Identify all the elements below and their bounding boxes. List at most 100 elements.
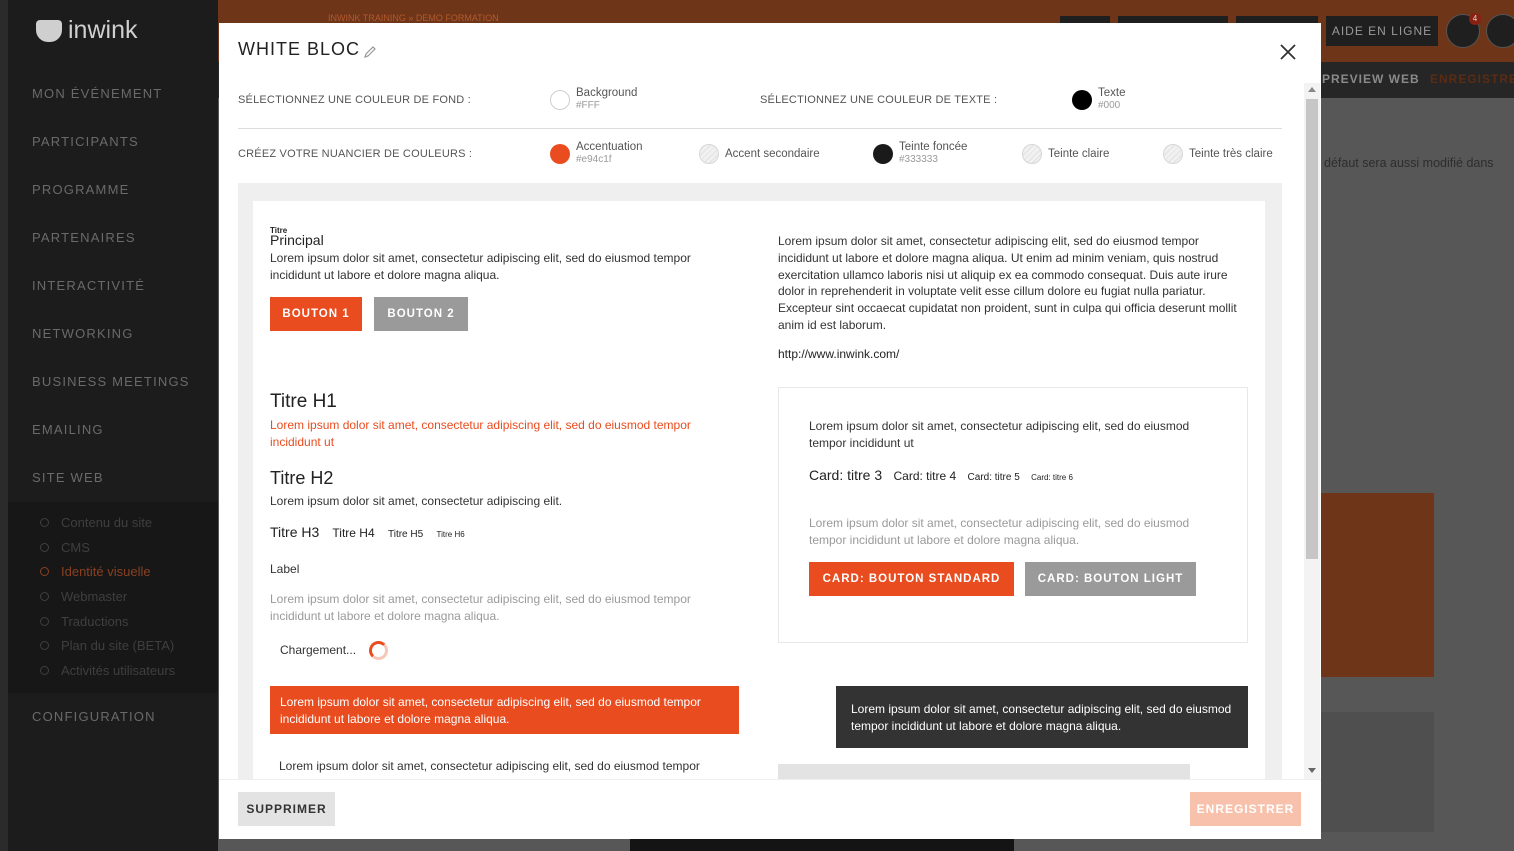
preview-h3: Titre H3 [270,524,320,540]
bg-color-label: SÉLECTIONNEZ UNE COULEUR DE FOND : [238,94,471,106]
preview-link[interactable]: http://www.inwink.com/ [778,346,899,363]
nav-item-networking[interactable]: NETWORKING [8,310,218,358]
swatch-hex: #e94c1f [576,154,612,165]
swatch-circle [550,89,570,110]
nav-item-emailing[interactable]: EMAILING [8,406,218,454]
pencil-icon[interactable] [363,45,377,59]
card-title-3: Card: titre 3 [809,467,883,483]
notification-bell-icon[interactable]: 4 [1446,13,1481,48]
text-swatch[interactable]: Texte #000 [1072,87,1126,112]
scrollbar[interactable] [1304,83,1320,779]
heading-sizes: Titre H3 Titre H4 Titre H5 Titre H6 [270,524,475,544]
delete-button[interactable]: SUPPRIMER [238,792,335,826]
preview-button-2[interactable]: BOUTON 2 [374,297,468,331]
palette-swatch-light[interactable]: Teinte claire [1022,144,1109,164]
swatch-name: Accent secondaire [725,147,820,160]
nav-item-programme[interactable]: PROGRAMME [8,166,218,214]
subnav-item-webmaster[interactable]: Webmaster [8,584,218,609]
save-top-button[interactable]: ENREGISTRER [1430,72,1514,86]
swatch-name: Teinte foncée [899,141,968,153]
notification-badge: 4 [1469,13,1481,25]
subnav-item-traductions[interactable]: Traductions [8,609,218,634]
preview-h2: Titre H2 [270,468,334,488]
subnav-label: Webmaster [61,588,128,604]
preview-bottom-text: Lorem ipsum dolor sit amet, consectetur … [279,759,700,773]
swatch-circle [1022,144,1042,164]
close-icon[interactable] [1277,41,1299,63]
modal-footer: SUPPRIMER ENREGISTRER [219,779,1321,839]
card-titles: Card: titre 3 Card: titre 4 Card: titre … [809,467,1073,487]
breadcrumb[interactable]: INWINK TRAINING » DEMO FORMATION [328,13,499,23]
dark-box: Lorem ipsum dolor sit amet, consectetur … [836,686,1248,748]
swatch-name: Accentuation [576,141,643,153]
bullet-icon [40,591,49,601]
subnav-item-contenu[interactable]: Contenu du site [8,510,218,535]
subnav-label: Identité visuelle [61,564,151,580]
nav-item-interactivite[interactable]: INTERACTIVITÉ [8,262,218,310]
accent-box: Lorem ipsum dolor sit amet, consectetur … [270,686,739,734]
subnav-label: Activités utilisateurs [61,662,176,678]
main-nav: MON ÉVÉNEMENT PARTICIPANTS PROGRAMME PAR… [8,70,218,741]
card-title-5: Card: titre 5 [967,472,1020,483]
preview-web-button[interactable]: PREVIEW WEB [1322,72,1420,86]
preview-muted-text: Lorem ipsum dolor sit amet, consectetur … [270,592,691,623]
subnav-label: Plan du site (BETA) [61,638,175,654]
grey-strip [778,764,1190,779]
bullet-icon [40,517,49,527]
bullet-icon [40,616,49,626]
palette-swatch-very-light[interactable]: Teinte très claire [1163,144,1273,164]
swatch-circle [1072,89,1092,110]
bullet-icon [40,641,49,651]
subnav-item-plan-du-site[interactable]: Plan du site (BETA) [8,633,218,658]
card-title-6: Card: titre 6 [1031,473,1073,482]
card-button-standard[interactable]: CARD: BOUTON STANDARD [809,562,1014,596]
background-card [1320,712,1434,832]
nav-item-participants[interactable]: PARTICIPANTS [8,118,218,166]
preview-scroll-area[interactable]: Titre Principal Lorem ipsum dolor sit am… [238,183,1282,779]
card-muted: Lorem ipsum dolor sit amet, consectetur … [809,516,1190,547]
scroll-down-icon[interactable] [1308,768,1316,773]
subnav-item-activites[interactable]: Activités utilisateurs [8,658,218,683]
subnav-label: Contenu du site [61,514,153,530]
card-button-light[interactable]: CARD: BOUTON LIGHT [1025,562,1196,596]
preview-intro: Lorem ipsum dolor sit amet, consectetur … [270,251,691,282]
swatch-name: Texte [1098,87,1126,99]
nav-item-site-web[interactable]: SITE WEB [8,454,218,502]
palette-swatch-secondary[interactable]: Accent secondaire [699,144,820,164]
help-button[interactable]: AIDE EN LIGNE [1326,16,1438,46]
preview-button-1[interactable]: BOUTON 1 [270,297,362,331]
card-title-4: Card: titre 4 [893,469,957,483]
save-button[interactable]: ENREGISTRER [1190,792,1301,826]
color-row-background: SÉLECTIONNEZ UNE COULEUR DE FOND : Backg… [238,87,1282,113]
bullet-icon [40,665,49,675]
nav-item-partenaires[interactable]: PARTENAIRES [8,214,218,262]
subnav-label: CMS [61,539,90,555]
preview-label: Label [270,562,300,576]
sidebar: inwink MON ÉVÉNEMENT PARTICIPANTS PROGRA… [8,0,218,851]
swatch-circle [699,144,719,164]
subnav-item-cms[interactable]: CMS [8,535,218,560]
nav-item-business-meetings[interactable]: BUSINESS MEETINGS [8,358,218,406]
swatch-circle [873,143,893,164]
palette-swatch-accent[interactable]: Accentuation #e94c1f [550,141,643,166]
subnav-label: Traductions [61,613,129,629]
swatch-hex: #FFF [576,100,600,111]
card-text: Lorem ipsum dolor sit amet, consectetur … [809,419,1190,450]
subnav-item-identite-visuelle[interactable]: Identité visuelle [8,559,218,584]
logo-icon [36,19,62,42]
scrollbar-thumb[interactable] [1306,99,1318,559]
swatch-name: Background [576,87,638,99]
swatch-hex: #000 [1098,100,1121,111]
preview-h2-text: Lorem ipsum dolor sit amet, consectetur … [270,494,563,508]
text-color-label: SÉLECTIONNEZ UNE COULEUR DE TEXTE : [760,94,998,106]
swatch-name: Teinte très claire [1189,147,1273,160]
logo[interactable]: inwink [36,16,137,45]
user-icon[interactable] [1486,14,1514,48]
palette-swatch-dark[interactable]: Teinte foncée #333333 [873,141,967,166]
bullet-icon [40,542,49,552]
preview-h4: Titre H4 [332,526,375,540]
nav-item-configuration[interactable]: CONFIGURATION [8,693,218,741]
background-swatch[interactable]: Background #FFF [550,87,637,112]
nav-item-mon-evenement[interactable]: MON ÉVÉNEMENT [8,70,218,118]
scroll-up-icon[interactable] [1308,87,1316,92]
